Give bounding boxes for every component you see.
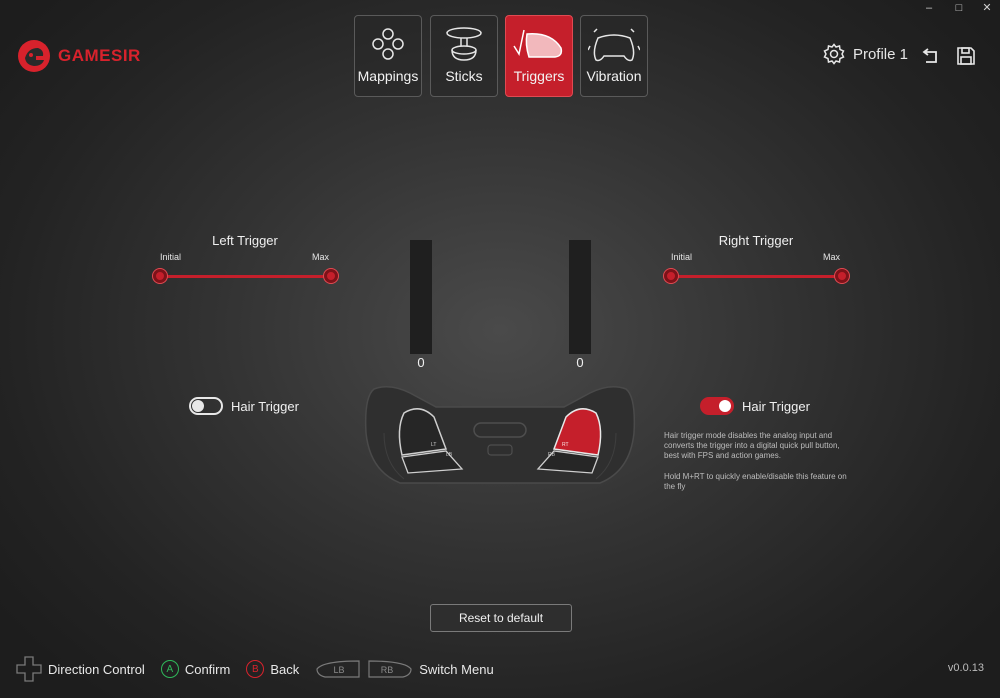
lb-key-label: LB — [334, 665, 345, 675]
right-trigger-title: Right Trigger — [718, 233, 794, 248]
left-max-handle[interactable] — [324, 269, 338, 283]
right-max-handle[interactable] — [835, 269, 849, 283]
hint-direction-label: Direction Control — [48, 661, 145, 677]
hair-trigger-shortcut-note: Hold M+RT to quickly enable/disable this… — [664, 472, 847, 491]
lt-label: LT — [431, 442, 437, 448]
reset-to-default-button[interactable]: Reset to default — [430, 604, 572, 632]
right-trigger-range — [671, 275, 842, 278]
version-label: v0.0.13 — [947, 662, 984, 674]
left-hair-trigger: Hair Trigger — [189, 397, 299, 415]
right-hair-trigger: Hair Trigger — [700, 397, 810, 415]
maximize-button[interactable]: □ — [944, 0, 974, 16]
right-trigger-meter — [569, 240, 591, 354]
left-trigger-value: 0 — [417, 355, 425, 370]
lb-label: LB — [446, 452, 453, 458]
lb-bumper-icon: LB — [316, 660, 360, 678]
right-initial-handle[interactable] — [664, 269, 678, 283]
rb-key-label: RB — [381, 665, 394, 675]
right-trigger-value: 0 — [576, 355, 584, 370]
hint-direction: Direction Control — [16, 656, 145, 682]
tab-label: Mappings — [357, 68, 419, 84]
close-button[interactable]: ✕ — [972, 0, 1000, 16]
tab-triggers[interactable]: Triggers — [505, 15, 573, 97]
right-max-label: Max — [823, 252, 841, 262]
brand-name: GAMESIR — [58, 46, 141, 65]
controller-top-illustration — [364, 386, 636, 484]
tab-mappings[interactable]: Mappings — [354, 15, 422, 97]
right-hair-trigger-toggle[interactable] — [700, 397, 734, 415]
left-max-label: Max — [312, 252, 330, 262]
hint-back-label: Back — [270, 661, 300, 677]
rt-label: RT — [562, 442, 569, 448]
left-hair-trigger-label: Hair Trigger — [231, 398, 299, 414]
dpad-icon — [372, 28, 404, 60]
dpad-icon — [16, 656, 42, 682]
profile-area: Profile 1 — [823, 43, 908, 65]
tab-label: Vibration — [586, 68, 642, 84]
tab-vibration[interactable]: Vibration — [580, 15, 648, 97]
tab-label: Triggers — [513, 68, 565, 84]
hint-confirm: A Confirm — [160, 660, 231, 678]
b-button-icon: B — [246, 660, 265, 678]
trigger-icon — [513, 29, 563, 58]
hint-switch-menu: LB RB Switch Menu — [315, 659, 494, 679]
left-initial-label: Initial — [160, 252, 182, 262]
left-initial-handle[interactable] — [153, 269, 167, 283]
gear-icon[interactable] — [823, 43, 845, 65]
undo-icon[interactable] — [922, 46, 942, 66]
brand-logo: GAMESIR — [16, 38, 141, 74]
hint-back: B Back — [246, 660, 299, 678]
profile-name[interactable]: Profile 1 — [853, 46, 908, 63]
hint-confirm-label: Confirm — [184, 661, 231, 677]
tab-sticks[interactable]: Sticks — [430, 15, 498, 97]
tab-label: Sticks — [445, 68, 483, 84]
left-hair-trigger-toggle[interactable] — [189, 397, 223, 415]
left-trigger-meter — [410, 240, 432, 354]
a-button-icon: A — [160, 660, 179, 678]
left-trigger-title: Left Trigger — [212, 233, 278, 248]
save-icon[interactable] — [956, 46, 976, 66]
joystick-icon — [446, 27, 482, 61]
rb-label: RB — [548, 452, 555, 458]
minimize-button[interactable]: – — [914, 0, 944, 16]
rb-bumper-icon: RB — [368, 660, 412, 678]
left-trigger-range — [160, 275, 331, 278]
hint-switch-menu-label: Switch Menu — [419, 661, 494, 677]
control-hints: Direction Control A Confirm B Back LB RB… — [16, 656, 510, 682]
gamesir-logo-icon — [18, 40, 50, 72]
right-initial-label: Initial — [671, 252, 693, 262]
hair-trigger-description: Hair trigger mode disables the analog in… — [664, 431, 840, 460]
vibration-controller-icon — [588, 28, 640, 62]
right-hair-trigger-label: Hair Trigger — [742, 398, 810, 414]
